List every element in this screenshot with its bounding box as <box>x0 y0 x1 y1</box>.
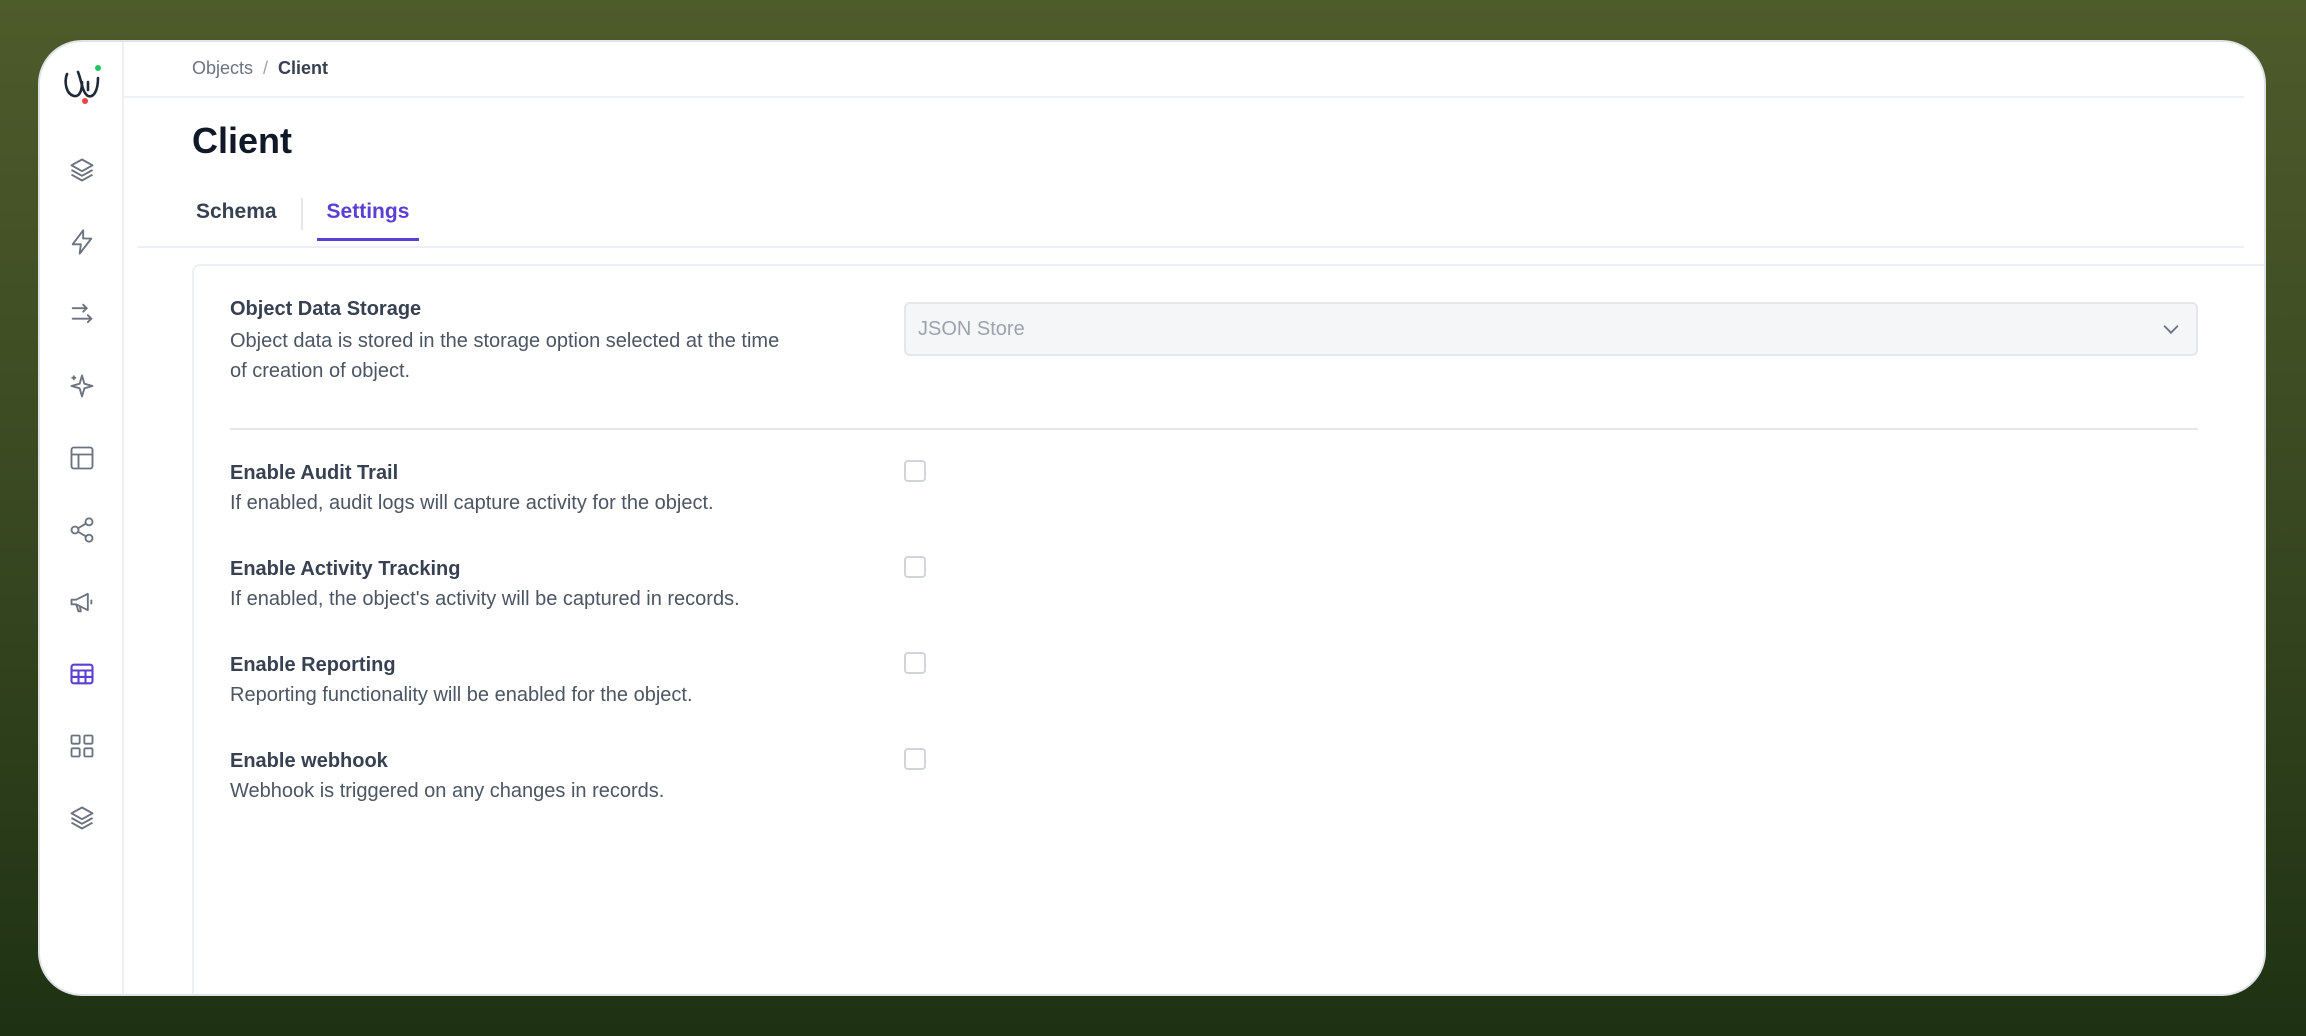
storage-description-line-2: of creation of object. <box>230 360 411 382</box>
reporting-label: Enable Reporting <box>230 654 396 676</box>
audit-trail-description: If enabled, audit logs will capture acti… <box>230 492 714 514</box>
breadcrumb: Objects / Client <box>192 58 328 79</box>
audit-trail-label: Enable Audit Trail <box>230 462 399 484</box>
tab-bar: Schema Settings <box>186 190 420 241</box>
storage-label: Object Data Storage <box>230 298 422 320</box>
arrows-icon[interactable] <box>64 296 100 332</box>
megaphone-icon[interactable] <box>64 584 100 620</box>
breadcrumb-objects-link[interactable]: Objects <box>192 58 253 79</box>
app-window: Objects / Client Client Schema Settings … <box>38 40 2266 996</box>
section-divider <box>230 428 2198 430</box>
storage-description: Object data is stored in the storage opt… <box>230 326 779 386</box>
tab-divider <box>300 198 303 230</box>
chevron-down-icon <box>2163 325 2179 334</box>
breadcrumb-current: Client <box>278 58 329 78</box>
tab-schema[interactable]: Schema <box>186 190 287 238</box>
activity-tracking-description: If enabled, the object's activity will b… <box>230 588 740 610</box>
sparkles-icon[interactable] <box>64 368 100 404</box>
reporting-description: Reporting functionality will be enabled … <box>230 684 693 706</box>
activity-tracking-checkbox[interactable] <box>904 556 926 578</box>
tabs-underline <box>138 246 2244 248</box>
lightning-icon[interactable] <box>64 224 100 260</box>
reporting-checkbox[interactable] <box>904 652 926 674</box>
page-title: Client <box>192 120 293 161</box>
header-divider <box>124 96 2244 98</box>
tab-settings[interactable]: Settings <box>316 190 420 241</box>
settings-card: Object Data Storage Object data is store… <box>192 264 2264 994</box>
storage-description-line-1: Object data is stored in the storage opt… <box>230 330 780 352</box>
layers-icon[interactable] <box>64 152 100 188</box>
share-icon[interactable] <box>64 512 100 548</box>
app-logo[interactable] <box>58 60 106 108</box>
breadcrumb-separator: / <box>263 58 269 78</box>
webhook-label: Enable webhook <box>230 750 388 772</box>
activity-tracking-label: Enable Activity Tracking <box>230 558 461 580</box>
webhook-description: Webhook is triggered on any changes in r… <box>230 780 665 802</box>
main-content: Objects / Client Client Schema Settings … <box>124 42 2264 994</box>
table-icon[interactable] <box>64 656 100 692</box>
sidebar <box>40 42 124 994</box>
stack-icon[interactable] <box>64 800 100 836</box>
grid-icon[interactable] <box>64 728 100 764</box>
layout-icon[interactable] <box>64 440 100 476</box>
storage-select-value: JSON Store <box>918 317 1025 340</box>
webhook-checkbox[interactable] <box>904 748 926 770</box>
storage-select[interactable]: JSON Store <box>904 302 2198 356</box>
audit-trail-checkbox[interactable] <box>904 460 926 482</box>
